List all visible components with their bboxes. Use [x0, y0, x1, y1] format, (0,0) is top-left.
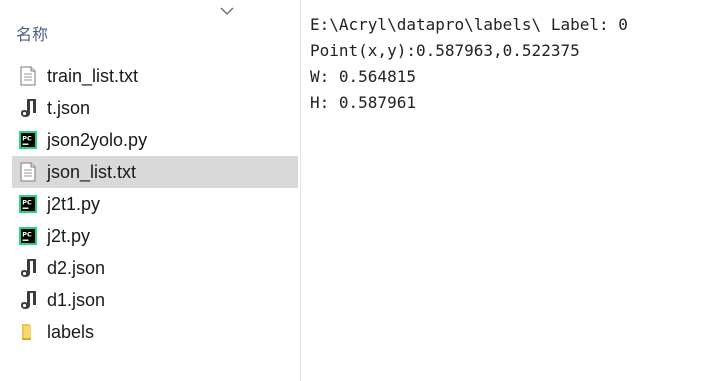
file-name: d1.json: [47, 289, 106, 310]
file-name: train_list.txt: [47, 65, 139, 86]
json-file-icon: [18, 258, 38, 278]
text-file-icon: [18, 66, 38, 86]
svg-text:PC: PC: [22, 135, 32, 143]
json-file-icon: [18, 98, 38, 118]
pane-divider[interactable]: [300, 0, 301, 381]
output-line-height: H: 0.587961: [310, 93, 416, 112]
output-line-point: Point(x,y):0.587963,0.522375: [310, 41, 580, 60]
file-item-d2-json[interactable]: d2.json: [12, 252, 298, 284]
pycharm-file-icon: PC: [18, 130, 38, 150]
output-line-width: W: 0.564815: [310, 67, 416, 86]
pycharm-file-icon: PC: [18, 194, 38, 214]
output-line-path-label: E:\Acryl\datapro\labels\ Label: 0: [310, 15, 628, 34]
folder-icon: [18, 322, 38, 342]
svg-text:PC: PC: [22, 231, 32, 239]
file-name: t.json: [47, 97, 91, 118]
file-name: json2yolo.py: [47, 129, 148, 150]
folder-name: labels: [47, 321, 95, 342]
pycharm-file-icon: PC: [18, 226, 38, 246]
file-item-j2t1-py[interactable]: PC j2t1.py: [12, 188, 298, 220]
file-item-d1-json[interactable]: d1.json: [12, 284, 298, 316]
svg-text:PC: PC: [22, 199, 32, 207]
json-file-icon: [18, 290, 38, 310]
file-name: json_list.txt: [47, 161, 137, 182]
file-item-labels-folder[interactable]: labels: [12, 316, 298, 348]
file-item-json-list-txt[interactable]: json_list.txt: [12, 156, 298, 188]
file-name: d2.json: [47, 257, 106, 278]
chevron-down-icon[interactable]: [219, 6, 235, 16]
file-name: j2t1.py: [47, 193, 101, 214]
file-list: train_list.txt t.json PC json2yolo.py js…: [12, 60, 298, 348]
file-item-json2yolo-py[interactable]: PC json2yolo.py: [12, 124, 298, 156]
file-item-train-list-txt[interactable]: train_list.txt: [12, 60, 298, 92]
output-text-pane: E:\Acryl\datapro\labels\ Label: 0 Point(…: [310, 12, 698, 116]
file-item-t-json[interactable]: t.json: [12, 92, 298, 124]
text-file-icon: [18, 162, 38, 182]
name-column-header[interactable]: 名称: [16, 21, 48, 45]
file-list-pane: 名称 train_list.txt t.json PC json2yolo.py…: [0, 0, 300, 381]
file-name: j2t.py: [47, 225, 91, 246]
file-item-j2t-py[interactable]: PC j2t.py: [12, 220, 298, 252]
